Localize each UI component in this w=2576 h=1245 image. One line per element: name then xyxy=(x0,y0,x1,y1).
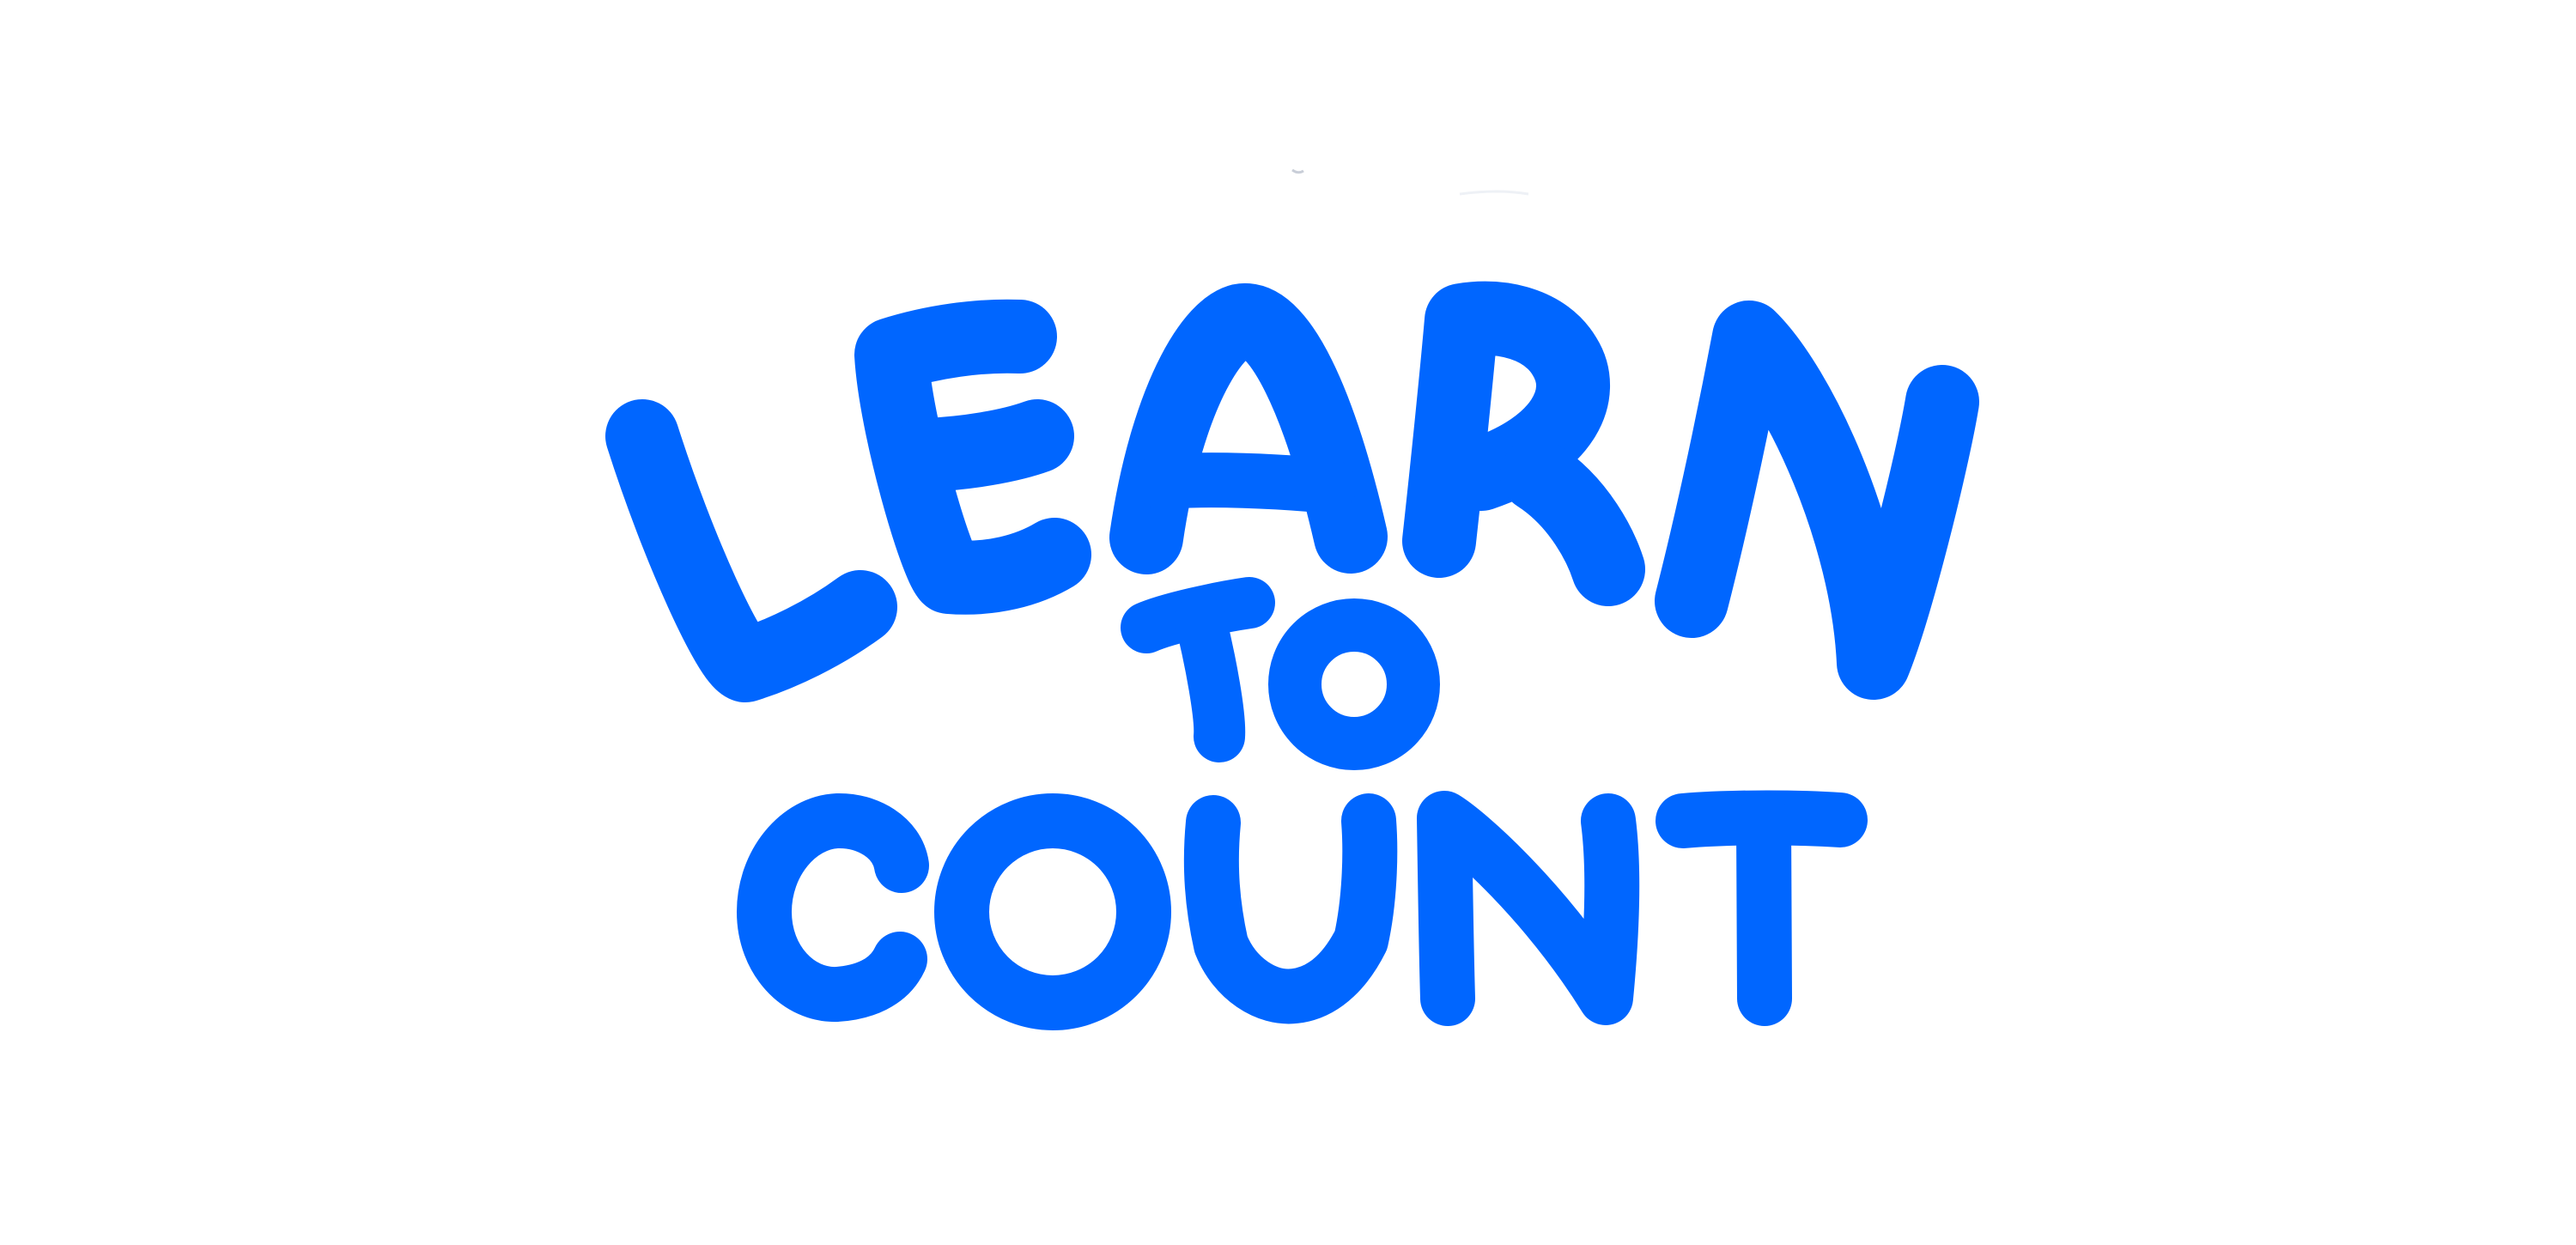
learn-to-count-logo: LEARN TO COUNT xyxy=(0,0,2576,1245)
word-count xyxy=(737,790,1868,1030)
word-to xyxy=(1121,577,1440,770)
letter-u xyxy=(1183,793,1398,1024)
letter-t-stem xyxy=(1175,594,1246,762)
letter-c xyxy=(737,793,929,1022)
letter-t-count-stem xyxy=(1736,795,1792,1026)
word-learn xyxy=(605,281,1979,702)
logo-artwork xyxy=(605,168,1979,1030)
letter-l xyxy=(605,399,897,702)
letter-o-large xyxy=(934,793,1171,1030)
artifact-mark xyxy=(1459,190,1529,196)
letter-r-leg xyxy=(1500,438,1645,606)
letter-n-count xyxy=(1417,791,1640,1026)
letter-o-small xyxy=(1268,598,1440,770)
letter-e-middle-bar xyxy=(889,399,1074,492)
letter-a-crossbar xyxy=(1133,452,1357,513)
letter-n xyxy=(1655,301,1979,700)
artifact-mark xyxy=(1291,168,1304,174)
